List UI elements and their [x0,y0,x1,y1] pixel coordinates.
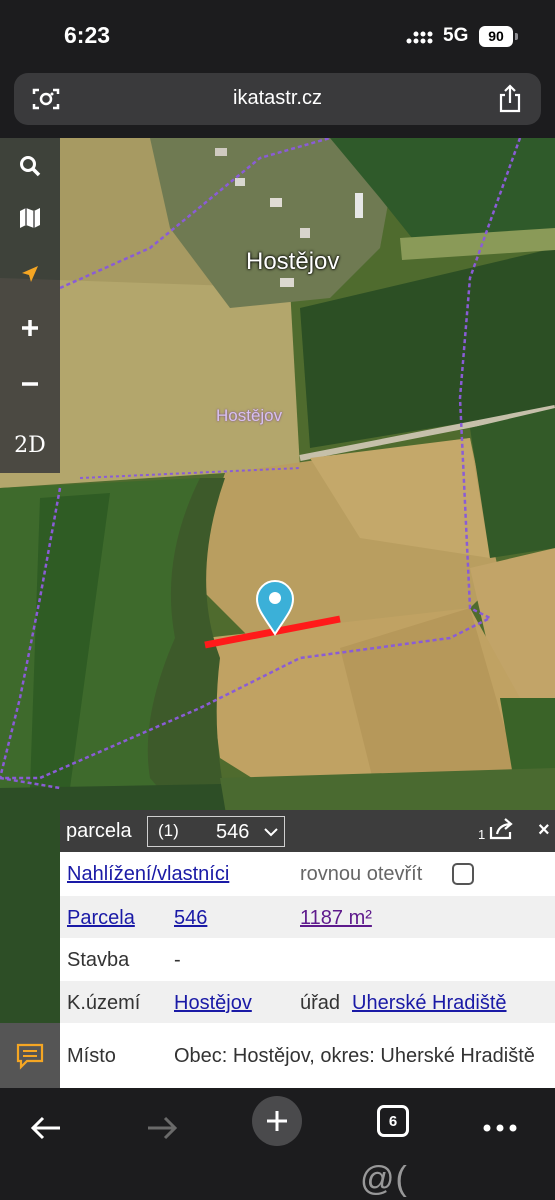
cellular-signal-icon [406,31,433,44]
office-prefix: úřad [300,992,341,1014]
row-lookup: Nahlížení/vlastníci rovnou otevřít [60,852,555,894]
map-label-cadastral-area: Hostějov [216,406,283,425]
plus-icon [267,1111,287,1131]
more-dots-icon [483,1124,517,1132]
row-place: Místo Obec: Hostějov, okres: Uherské Hra… [60,1023,555,1088]
parcel-area-link[interactable]: 1187 m² [300,907,372,930]
browser-top-bar: ikatastr.cz [0,70,555,138]
result-count: 1 [478,827,486,842]
back-arrow-icon [30,1116,60,1140]
battery-tip [515,33,518,40]
parcel-number-link[interactable]: 546 [174,907,207,930]
status-bar: 6:23 5G 90 [0,0,555,70]
forward-arrow-icon [148,1116,178,1140]
map-label-town: Hostějov [246,248,340,275]
address-bar[interactable]: ikatastr.cz [14,73,541,125]
clock: 6:23 [64,22,111,48]
panel-header: parcela (1) 546 1 × [60,810,555,852]
zoom-out-button[interactable] [0,356,60,412]
feedback-button[interactable] [0,1023,60,1088]
parcel-select[interactable]: (1) 546 [147,816,285,847]
open-directly-label: rovnou otevřít [300,863,423,885]
tabs-button[interactable]: 6 [377,1105,409,1137]
map-icon [20,208,40,228]
place-value: Obec: Hostějov, okres: Uherské Hradiště [174,1045,535,1067]
parcel-label-link[interactable]: Parcela [67,907,135,930]
locate-button[interactable] [0,246,60,302]
building-label: Stavba [67,949,130,971]
layers-button[interactable] [0,190,60,246]
search-button[interactable] [0,138,60,194]
panel-title: parcela [66,820,132,842]
open-directly-checkbox[interactable] [452,863,474,885]
network-type: 5G [443,25,469,46]
zoom-in-button[interactable] [0,300,60,356]
chat-icon [16,1043,44,1070]
row-territory: K.území Hostějov úřad Uherské Hradiště [60,981,555,1023]
map-toolbar: 2D [0,138,60,473]
battery-icon: 90 [479,26,513,47]
minus-icon [22,382,38,386]
forward-button[interactable] [140,1104,184,1152]
view-mode-toggle[interactable]: 2D [0,417,60,473]
browser-bottom-bar: 6 @( Bazos.cz [0,1088,555,1200]
chevron-down-icon [264,828,278,837]
location-arrow-icon [22,266,38,282]
parcel-info-panel: parcela (1) 546 1 × Nahlížení/vlastníci … [60,810,555,1088]
back-button[interactable] [24,1104,68,1152]
select-number: 546 [216,821,250,843]
watermark: @( Bazos.cz [360,1160,505,1200]
row-building: Stavba - [60,938,555,980]
lookup-owners-link[interactable]: Nahlížení/vlastníci [67,863,229,886]
url-text[interactable]: ikatastr.cz [14,87,541,110]
share-icon[interactable] [497,84,523,114]
search-icon [20,156,41,177]
select-index: (1) [158,821,179,840]
export-icon[interactable] [488,817,516,841]
row-parcel: Parcela 546 1187 m² [60,896,555,938]
close-icon[interactable]: × [538,819,550,842]
plus-icon [22,320,38,336]
territory-link[interactable]: Hostějov [174,992,252,1015]
more-button[interactable] [478,1104,522,1152]
building-value: - [174,949,181,971]
territory-label: K.území [67,992,141,1014]
place-label: Místo [67,1045,116,1067]
new-tab-button[interactable] [252,1096,302,1146]
office-link[interactable]: Uherské Hradiště [352,992,507,1015]
